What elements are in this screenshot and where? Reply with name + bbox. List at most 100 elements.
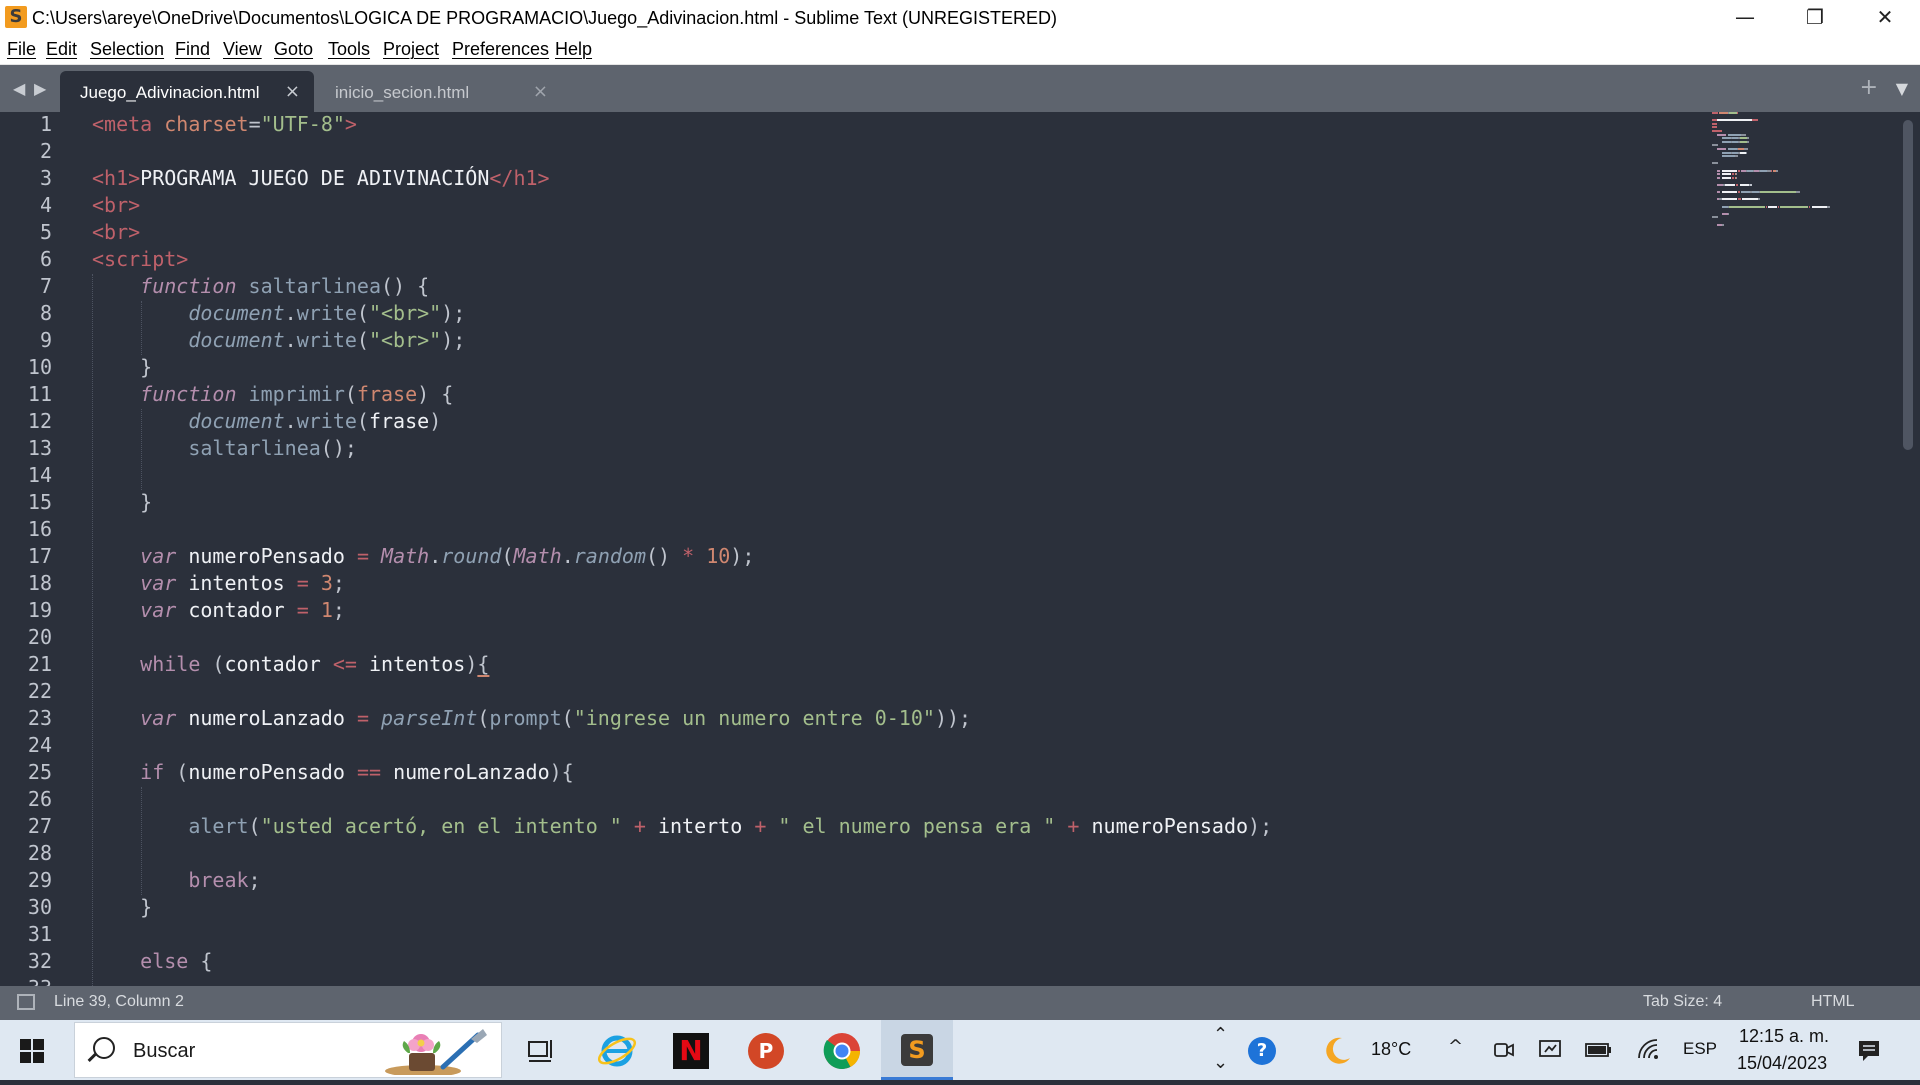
code-line[interactable]: var intentos = 3; xyxy=(92,571,1272,598)
tray-scroll-up-icon[interactable]: ⌃ xyxy=(1213,1024,1228,1045)
code-line[interactable]: function imprimir(frase) { xyxy=(92,382,1272,409)
clock-date[interactable]: 15/04/2023 xyxy=(1737,1053,1827,1074)
code-line[interactable] xyxy=(92,625,1272,652)
tray-scroll-down-icon[interactable]: ⌄ xyxy=(1213,1052,1228,1073)
chrome-button[interactable] xyxy=(806,1020,878,1080)
code-line[interactable]: } xyxy=(92,895,1272,922)
language-indicator[interactable]: ESP xyxy=(1683,1039,1717,1059)
code-line[interactable]: saltarlinea(); xyxy=(92,436,1272,463)
internet-explorer-button[interactable] xyxy=(581,1020,653,1080)
code-line[interactable]: } xyxy=(92,490,1272,517)
notifications-icon[interactable] xyxy=(1856,1038,1882,1064)
code-area[interactable]: <meta charset="UTF-8"> <h1>PROGRAMA JUEG… xyxy=(92,112,1272,986)
display-settings-icon[interactable] xyxy=(1538,1038,1564,1062)
code-line[interactable] xyxy=(92,976,1272,986)
code-line[interactable]: var numeroLanzado = parseInt(prompt("ing… xyxy=(92,706,1272,733)
netflix-button[interactable]: N xyxy=(656,1020,728,1080)
menu-selection[interactable]: Selection xyxy=(90,39,164,60)
clock-time[interactable]: 12:15 a. m. xyxy=(1739,1026,1829,1047)
code-line[interactable]: alert("usted acertó, en el intento " + i… xyxy=(92,814,1272,841)
code-token: { xyxy=(477,652,490,676)
forward-arrow-icon[interactable]: ▶ xyxy=(34,79,46,98)
battery-icon[interactable] xyxy=(1584,1038,1614,1062)
menu-tools[interactable]: Tools xyxy=(328,39,370,60)
minimap[interactable] xyxy=(1712,112,1892,292)
windows-start-icon[interactable] xyxy=(20,1039,44,1063)
code-line[interactable]: if (numeroPensado == numeroLanzado){ xyxy=(92,760,1272,787)
code-line[interactable] xyxy=(92,733,1272,760)
menu-find[interactable]: Find xyxy=(175,39,210,60)
code-line[interactable] xyxy=(92,922,1272,949)
code-line[interactable] xyxy=(92,139,1272,166)
tab-juego-adivinacion[interactable]: Juego_Adivinacion.html × xyxy=(60,71,314,112)
task-view-button[interactable] xyxy=(505,1020,577,1080)
code-line[interactable]: } xyxy=(92,355,1272,382)
menu-view[interactable]: View xyxy=(223,39,262,60)
code-line[interactable]: while (contador <= intentos){ xyxy=(92,652,1272,679)
panel-toggle-icon[interactable] xyxy=(17,994,35,1010)
menu-project[interactable]: Project xyxy=(383,39,439,60)
minimap-stroke xyxy=(1721,223,1724,226)
restore-button[interactable]: ❐ xyxy=(1780,0,1850,36)
code-token: 3 xyxy=(320,571,333,595)
vertical-scrollbar[interactable] xyxy=(1903,120,1913,450)
code-line[interactable]: <script> xyxy=(92,247,1272,274)
new-tab-icon[interactable]: + xyxy=(1860,75,1878,100)
tab-inicio-secion[interactable]: inicio_secion.html × xyxy=(318,71,568,112)
code-line[interactable] xyxy=(92,679,1272,706)
meet-now-icon[interactable] xyxy=(1492,1038,1516,1062)
close-window-button[interactable]: ✕ xyxy=(1850,0,1920,36)
minimize-button[interactable]: — xyxy=(1710,0,1780,36)
code-token: > xyxy=(128,166,141,190)
show-hidden-icons-icon[interactable]: ^ xyxy=(1448,1036,1463,1057)
help-icon[interactable]: ? xyxy=(1248,1037,1276,1065)
tab-size-selector[interactable]: Tab Size: 4 xyxy=(1643,993,1722,1011)
code-line[interactable]: document.write("<br>"); xyxy=(92,328,1272,355)
menu-goto[interactable]: Goto xyxy=(274,39,313,60)
code-token: + xyxy=(754,814,767,838)
minimap-stroke xyxy=(1716,176,1721,179)
weather-temperature[interactable]: 18°C xyxy=(1371,1039,1411,1060)
menu-file[interactable]: File xyxy=(7,39,36,60)
weather-moon-icon[interactable] xyxy=(1322,1034,1354,1066)
back-arrow-icon[interactable]: ◀ xyxy=(13,79,25,98)
code-line[interactable]: break; xyxy=(92,868,1272,895)
close-icon[interactable]: × xyxy=(533,81,548,102)
taskbar-search-box[interactable]: Buscar xyxy=(74,1022,502,1078)
code-line[interactable]: <br> xyxy=(92,193,1272,220)
wifi-icon[interactable] xyxy=(1635,1036,1663,1064)
code-line[interactable]: else { xyxy=(92,949,1272,976)
code-token: <script> xyxy=(92,247,189,271)
code-line[interactable] xyxy=(92,841,1272,868)
minimap-stroke xyxy=(1775,169,1778,172)
code-token: ; xyxy=(248,868,261,892)
code-line[interactable]: var contador = 1; xyxy=(92,598,1272,625)
code-line[interactable] xyxy=(92,463,1272,490)
syntax-selector[interactable]: HTML xyxy=(1811,993,1855,1011)
code-line[interactable] xyxy=(92,517,1272,544)
sublime-text-taskbar-button[interactable]: S xyxy=(881,1020,953,1080)
code-line[interactable]: document.write("<br>"); xyxy=(92,301,1272,328)
code-token: { xyxy=(188,949,213,973)
tab-list-dropdown-icon[interactable]: ▼ xyxy=(1896,79,1908,98)
code-line[interactable] xyxy=(92,787,1272,814)
code-token: "<br>" xyxy=(368,301,442,325)
code-token: imprimir xyxy=(248,382,345,406)
code-line[interactable]: <meta charset="UTF-8"> xyxy=(92,112,1272,139)
code-token: if xyxy=(140,760,165,784)
powerpoint-button[interactable]: P xyxy=(731,1020,803,1080)
code-editor[interactable]: 1 2 3 4 5 6 7 8 9 10 11 12 13 14 15 16 17 18 19 20 21 22 23 24 2… xyxy=(0,112,1920,986)
code-line[interactable]: var numeroPensado = Math.round(Math.rand… xyxy=(92,544,1272,571)
code-line[interactable]: document.write(frase) xyxy=(92,409,1272,436)
code-line[interactable]: <h1>PROGRAMA JUEGO DE ADIVINACIÓN</h1> xyxy=(92,166,1272,193)
menu-edit[interactable]: Edit xyxy=(46,39,77,60)
menu-preferences[interactable]: Preferences xyxy=(452,39,549,60)
close-icon[interactable]: × xyxy=(285,81,300,102)
menu-help[interactable]: Help xyxy=(555,39,592,60)
code-line[interactable]: function saltarlinea() { xyxy=(92,274,1272,301)
code-line[interactable]: <br> xyxy=(92,220,1272,247)
